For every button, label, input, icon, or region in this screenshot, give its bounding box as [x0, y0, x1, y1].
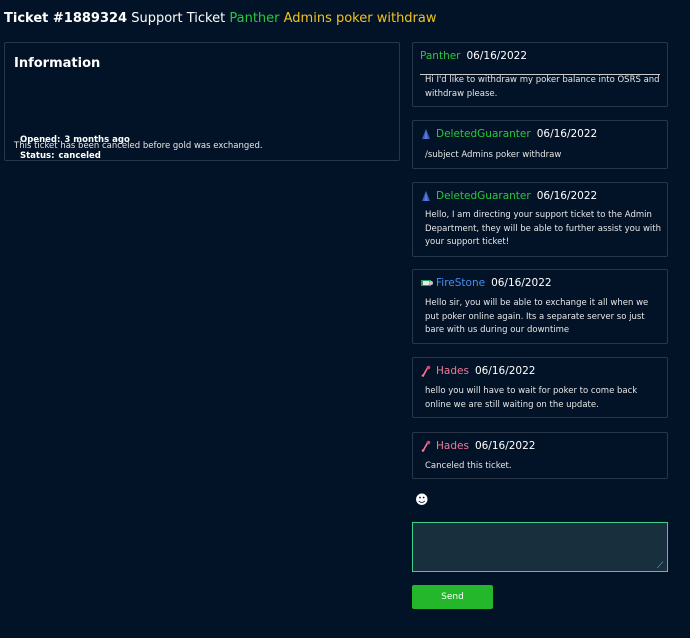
rank-badge-icon [420, 277, 433, 289]
message-date: 06/16/2022 [474, 440, 536, 452]
reply-textarea[interactable] [412, 522, 668, 572]
cancel-note: This ticket has been canceled before gol… [14, 141, 263, 151]
message-header: Hades 06/16/2022 [420, 440, 535, 452]
wizard-hat-icon [420, 128, 432, 140]
message-text: Hi I'd like to withdraw my poker balance… [425, 75, 660, 99]
message-date: 06/16/2022 [536, 190, 598, 202]
status-label: Status: [20, 151, 55, 161]
message-date: 06/16/2022 [466, 50, 528, 62]
ticket-header: Ticket #1889324 Support Ticket Panther A… [4, 11, 437, 26]
message-header: Hades 06/16/2022 [420, 365, 535, 377]
message-date: 06/16/2022 [536, 128, 598, 140]
information-panel: Information Opened: 3 months ago Status: c… [4, 42, 400, 161]
wizard-hat-icon [420, 190, 432, 202]
message-text: Canceled this ticket. [425, 461, 512, 471]
resize-grip-icon[interactable]: ⟋ [657, 561, 663, 571]
ticket-id: Ticket #1889324 [4, 11, 128, 26]
message-text: Hello sir, you will be able to exchange … [425, 298, 649, 335]
message-username[interactable]: FireStone [436, 277, 485, 289]
message-text: /subject Admins poker withdraw [425, 150, 562, 160]
status-value: canceled [58, 151, 101, 161]
message-text: Hello, I am directing your support ticke… [425, 210, 661, 247]
ticket-type: Support Ticket [131, 11, 226, 26]
message-username[interactable]: DeletedGuaranter [436, 190, 531, 202]
message-username[interactable]: Hades [436, 440, 469, 452]
message-username[interactable]: DeletedGuaranter [436, 128, 531, 140]
message-text: hello you will have to wait for poker to… [425, 386, 638, 410]
staff-icon [420, 365, 432, 377]
message-date: 06/16/2022 [474, 365, 536, 377]
ticket-subject: Admins poker withdraw [283, 11, 437, 26]
message-card: DeletedGuaranter 06/16/2022 /subject Adm… [412, 120, 668, 169]
message-date: 06/16/2022 [491, 277, 552, 289]
message-header: DeletedGuaranter 06/16/2022 [420, 128, 597, 140]
message-card: FireStone 06/16/2022 Hello sir, you will… [412, 269, 668, 344]
message-card: DeletedGuaranter 06/16/2022 Hello, I am … [412, 182, 668, 257]
send-button[interactable]: Send [412, 585, 493, 609]
message-header: DeletedGuaranter 06/16/2022 [420, 190, 597, 202]
information-title: Information [14, 56, 101, 71]
emoji-picker-icon[interactable]: ☻ [415, 493, 429, 508]
staff-icon [420, 440, 432, 452]
message-username[interactable]: Hades [436, 365, 469, 377]
message-card: Hades 06/16/2022 hello you will have to … [412, 357, 668, 418]
message-header: FireStone 06/16/2022 [420, 277, 552, 289]
message-username[interactable]: Panther [420, 50, 461, 62]
message-card: Hades 06/16/2022 Canceled this ticket. [412, 432, 668, 479]
ticket-username[interactable]: Panther [229, 11, 279, 26]
status-row: Status: canceled [20, 151, 101, 161]
message-card: Panther 06/16/2022 Hi I'd like to withdr… [412, 42, 668, 107]
message-header: Panther 06/16/2022 [420, 50, 527, 62]
